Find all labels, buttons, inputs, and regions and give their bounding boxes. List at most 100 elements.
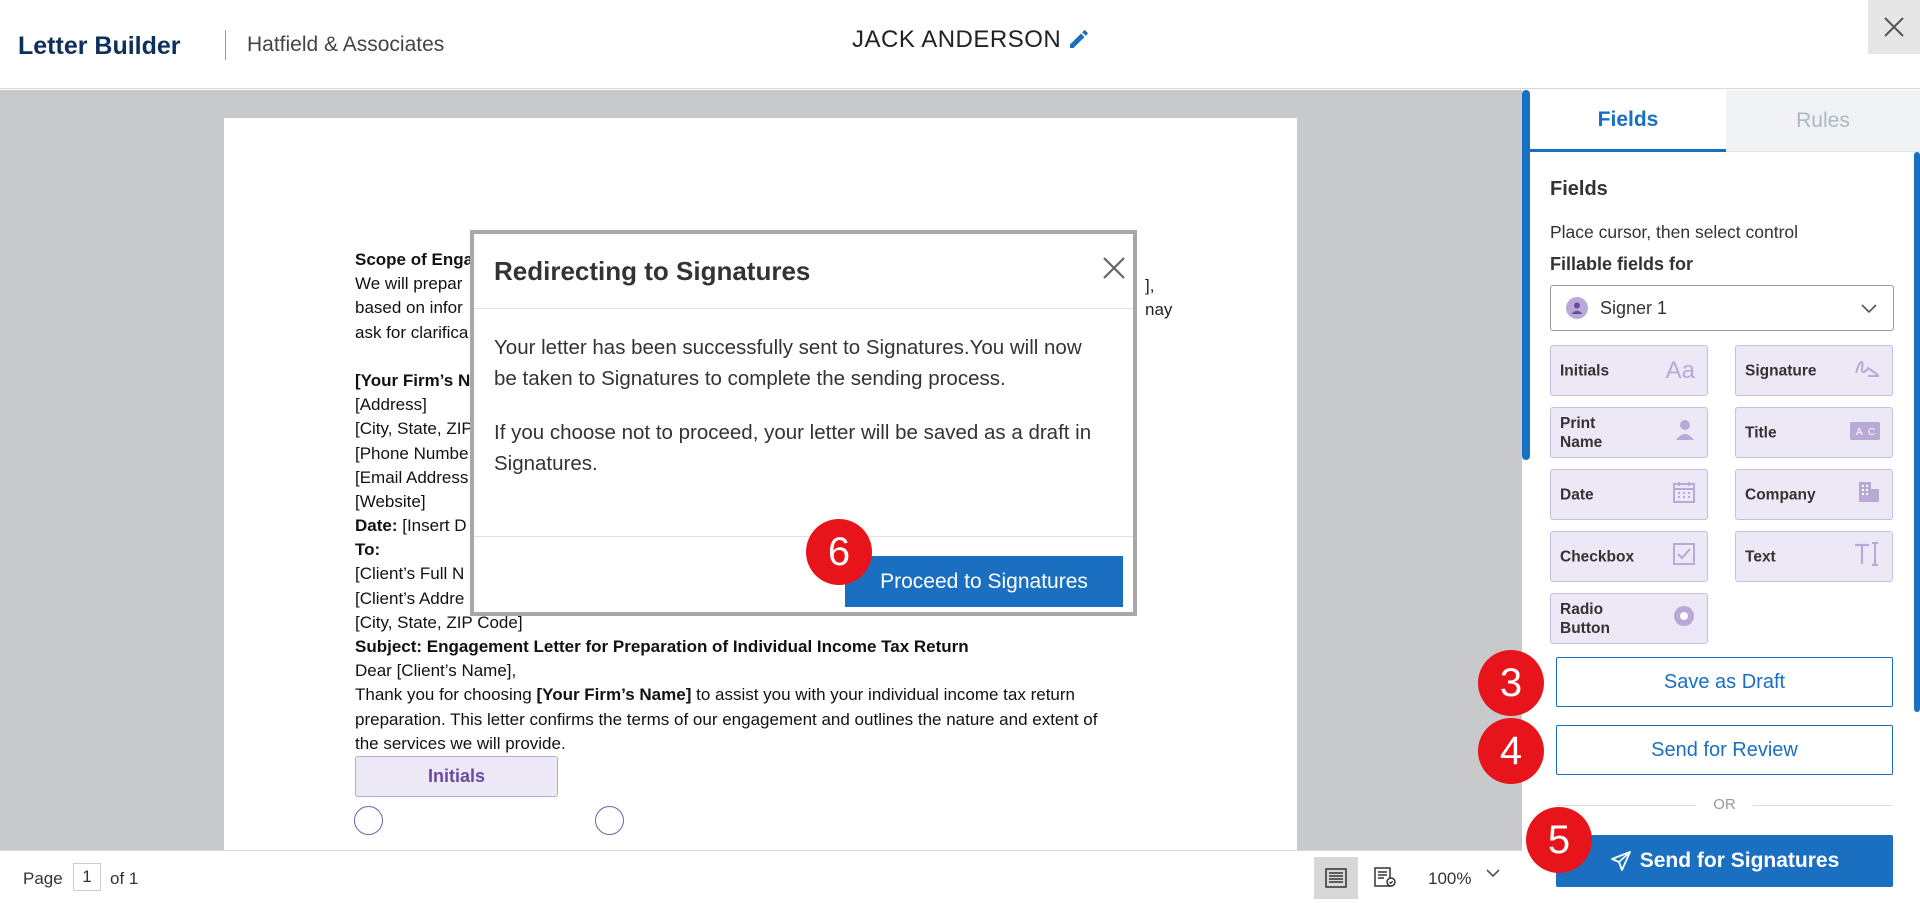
document-text-run: Thank you for choosing [355,685,537,705]
svg-text:A: A [1856,427,1863,438]
field-button-label: Checkbox [1560,548,1635,565]
document-text-run: [Client’s Addre [355,588,465,608]
close-icon[interactable] [1102,256,1126,280]
tab-fields[interactable]: Fields [1530,90,1726,152]
dialog-note: If you choose not to proceed, your lette… [494,421,1092,475]
document-text-run: [Your Firm’s Name] [536,685,692,705]
tab-rules[interactable]: Rules [1726,90,1920,152]
field-button-radio[interactable]: Radio Button [1550,593,1708,644]
field-button-date[interactable]: Date [1550,469,1708,520]
radio-placed-field[interactable] [595,806,624,835]
svg-text:C: C [1868,427,1875,438]
panel-scrollbar[interactable] [1914,152,1920,712]
field-button-print-name[interactable]: Print Name [1550,407,1708,458]
person-icon [1675,419,1695,447]
document-text-run: [Website] [355,491,426,511]
signer-label: Signer 1 [1600,297,1668,318]
preview-button[interactable] [1364,857,1408,899]
dialog-message: Your letter has been successfully sent t… [494,336,1082,390]
step-marker-3: 3 [1478,650,1544,716]
document-text-run: [Address] [355,395,427,415]
document-text-run: Subject: Engagement Letter for Preparati… [355,637,969,656]
document-text-run: [Email Address [355,467,469,487]
or-divider: OR [1556,795,1893,815]
person-icon [1571,302,1583,314]
field-button-company[interactable]: Company [1735,469,1893,520]
signer-select[interactable]: Signer 1 [1550,285,1894,331]
send-plane-icon [1610,851,1631,871]
canvas-scrollbar[interactable] [1522,90,1530,460]
document-line: the services we will provide. [355,732,1175,756]
field-button-text[interactable]: Text [1735,531,1893,582]
proceed-to-signatures-button[interactable]: Proceed to Signatures [845,556,1123,607]
field-button-title[interactable]: Title AC [1735,407,1893,458]
page-view-button[interactable] [1314,857,1358,899]
initials-placed-field[interactable]: Initials [355,756,558,797]
divider [1753,805,1893,806]
page-label: Page [23,869,63,888]
zoom-level[interactable]: 100% [1428,869,1471,889]
panel-heading: Fields [1550,178,1608,200]
send-for-signatures-button[interactable]: Send for Signatures [1556,835,1893,887]
chevron-down-icon[interactable] [1485,865,1501,881]
field-button-checkbox[interactable]: Checkbox [1550,531,1708,582]
avatar [1566,297,1588,319]
divider [474,536,1133,537]
firm-name: Hatfield & Associates [247,33,445,56]
initials-aa-icon: Aa [1665,356,1695,384]
divider [1556,805,1696,806]
document-text-run: to assist you with your individual incom… [691,685,1075,705]
field-button-label: Initials [1560,362,1610,379]
dialog-title: Redirecting to Signatures [494,256,811,286]
redirect-dialog: Redirecting to Signatures Your letter ha… [470,230,1137,616]
document-line: Subject: Engagement Letter for Preparati… [355,635,1175,659]
document-text-run: the services we will provide. [355,733,566,753]
fields-panel: Fields Rules Fields Place cursor, then s… [1530,90,1920,903]
field-button-label: Company [1745,486,1816,503]
signature-icon [1854,357,1880,385]
divider [474,308,1133,309]
close-icon [1884,17,1904,37]
save-as-draft-button[interactable]: Save as Draft [1556,657,1893,707]
building-icon [1858,481,1880,509]
document-text-run: We will prepar [355,274,463,294]
send-for-signatures-label: Send for Signatures [1639,849,1840,872]
or-text: OR [1713,796,1736,813]
chevron-down-icon [1861,304,1877,314]
step-marker-6: 6 [806,519,872,585]
document-text-run: [City, State, ZIP [355,419,473,439]
document-text-run: To: [355,540,381,560]
calendar-icon [1673,481,1695,509]
document-text-run: preparation. This letter confirms the te… [355,709,1098,729]
app-header: Letter Builder Hatfield & Associates JAC… [0,0,1920,89]
field-button-label: Print Name [1560,414,1603,451]
pencil-icon[interactable] [1067,27,1091,51]
checkbox-icon [1673,542,1695,571]
field-button-initials[interactable]: Initials Aa [1550,345,1708,396]
document-text-run: [Your Firm’s N [355,370,471,390]
client-name: JACK ANDERSON [852,26,1062,53]
document-line: preparation. This letter confirms the te… [355,708,1175,732]
field-button-signature[interactable]: Signature [1735,345,1893,396]
page-total: of 1 [110,869,139,888]
document-text-run: based on infor [355,298,463,318]
field-button-label: Radio Button [1560,600,1610,637]
header-divider [225,30,226,60]
radio-placed-field[interactable] [354,806,383,835]
document-text-run: Scope of Enga [355,250,474,269]
document-text-run: [Insert D [397,516,467,536]
text-cursor-icon [1854,541,1880,572]
fillable-fields-label: Fillable fields for [1550,254,1694,274]
page-number-input[interactable]: 1 [73,863,101,891]
document-lines-icon [1325,868,1347,888]
document-text-run: ask for clarifica [355,322,469,342]
close-button[interactable] [1868,0,1920,54]
document-text-run: Dear [Client’s Name], [355,661,517,681]
send-for-review-button[interactable]: Send for Review [1556,725,1893,775]
step-marker-4: 4 [1478,718,1544,784]
document-text-run: [Phone Numbe [355,443,469,463]
app-title: Letter Builder [18,32,181,60]
radio-icon [1673,605,1695,633]
step-marker-5: 5 [1526,807,1592,873]
document-text-fragment: ], [1145,276,1155,295]
